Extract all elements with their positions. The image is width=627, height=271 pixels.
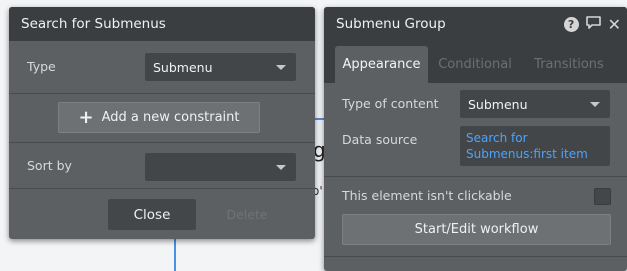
tab-transitions[interactable]: Transitions bbox=[524, 46, 614, 83]
chevron-down-icon bbox=[276, 65, 286, 70]
data-source-label: Data source bbox=[342, 132, 418, 147]
tab-bar: Appearance Conditional Transitions bbox=[324, 41, 627, 83]
divider bbox=[324, 256, 627, 257]
divider bbox=[9, 188, 315, 189]
type-dropdown[interactable]: Submenu bbox=[145, 53, 296, 81]
panel-title: Submenu Group bbox=[336, 16, 446, 32]
start-edit-workflow-button[interactable]: Start/Edit workflow bbox=[342, 214, 611, 245]
type-of-content-label: Type of content bbox=[342, 96, 439, 111]
type-dropdown-value: Submenu bbox=[153, 59, 213, 75]
property-editor-header[interactable]: Submenu Group ? ✕ bbox=[324, 7, 627, 41]
close-icon[interactable]: ✕ bbox=[608, 16, 621, 33]
type-of-content-dropdown[interactable]: Submenu bbox=[460, 90, 610, 118]
not-clickable-label: This element isn't clickable bbox=[342, 188, 512, 203]
property-editor-panel: Submenu Group ? ✕ Appearance Conditional… bbox=[324, 7, 627, 271]
add-constraint-button[interactable]: + Add a new constraint bbox=[58, 102, 260, 133]
sort-by-label: Sort by bbox=[27, 158, 72, 173]
data-source-expression[interactable]: Search for Submenus:first item bbox=[460, 126, 610, 166]
chevron-down-icon bbox=[590, 102, 600, 107]
header-icons: ? ✕ bbox=[563, 15, 621, 34]
add-constraint-label: Add a new constraint bbox=[101, 110, 240, 125]
chevron-down-icon bbox=[276, 165, 286, 170]
sort-by-dropdown[interactable] bbox=[145, 153, 296, 181]
divider bbox=[324, 176, 627, 177]
not-clickable-checkbox[interactable] bbox=[594, 188, 611, 205]
tab-appearance[interactable]: Appearance bbox=[335, 46, 428, 83]
divider bbox=[9, 142, 315, 143]
search-panel: Search for Submenus Type Submenu + Add a… bbox=[9, 7, 315, 239]
delete-button[interactable]: Delete bbox=[207, 199, 287, 230]
panel-title: Search for Submenus bbox=[21, 16, 166, 32]
close-button[interactable]: Close bbox=[108, 199, 196, 230]
tab-conditional[interactable]: Conditional bbox=[432, 46, 518, 83]
plus-icon: + bbox=[78, 106, 94, 128]
divider bbox=[9, 93, 315, 94]
comment-icon[interactable] bbox=[585, 15, 602, 34]
type-of-content-value: Submenu bbox=[468, 96, 528, 112]
search-panel-header[interactable]: Search for Submenus bbox=[9, 7, 315, 41]
type-label: Type bbox=[27, 59, 56, 74]
help-icon[interactable]: ? bbox=[563, 17, 579, 32]
